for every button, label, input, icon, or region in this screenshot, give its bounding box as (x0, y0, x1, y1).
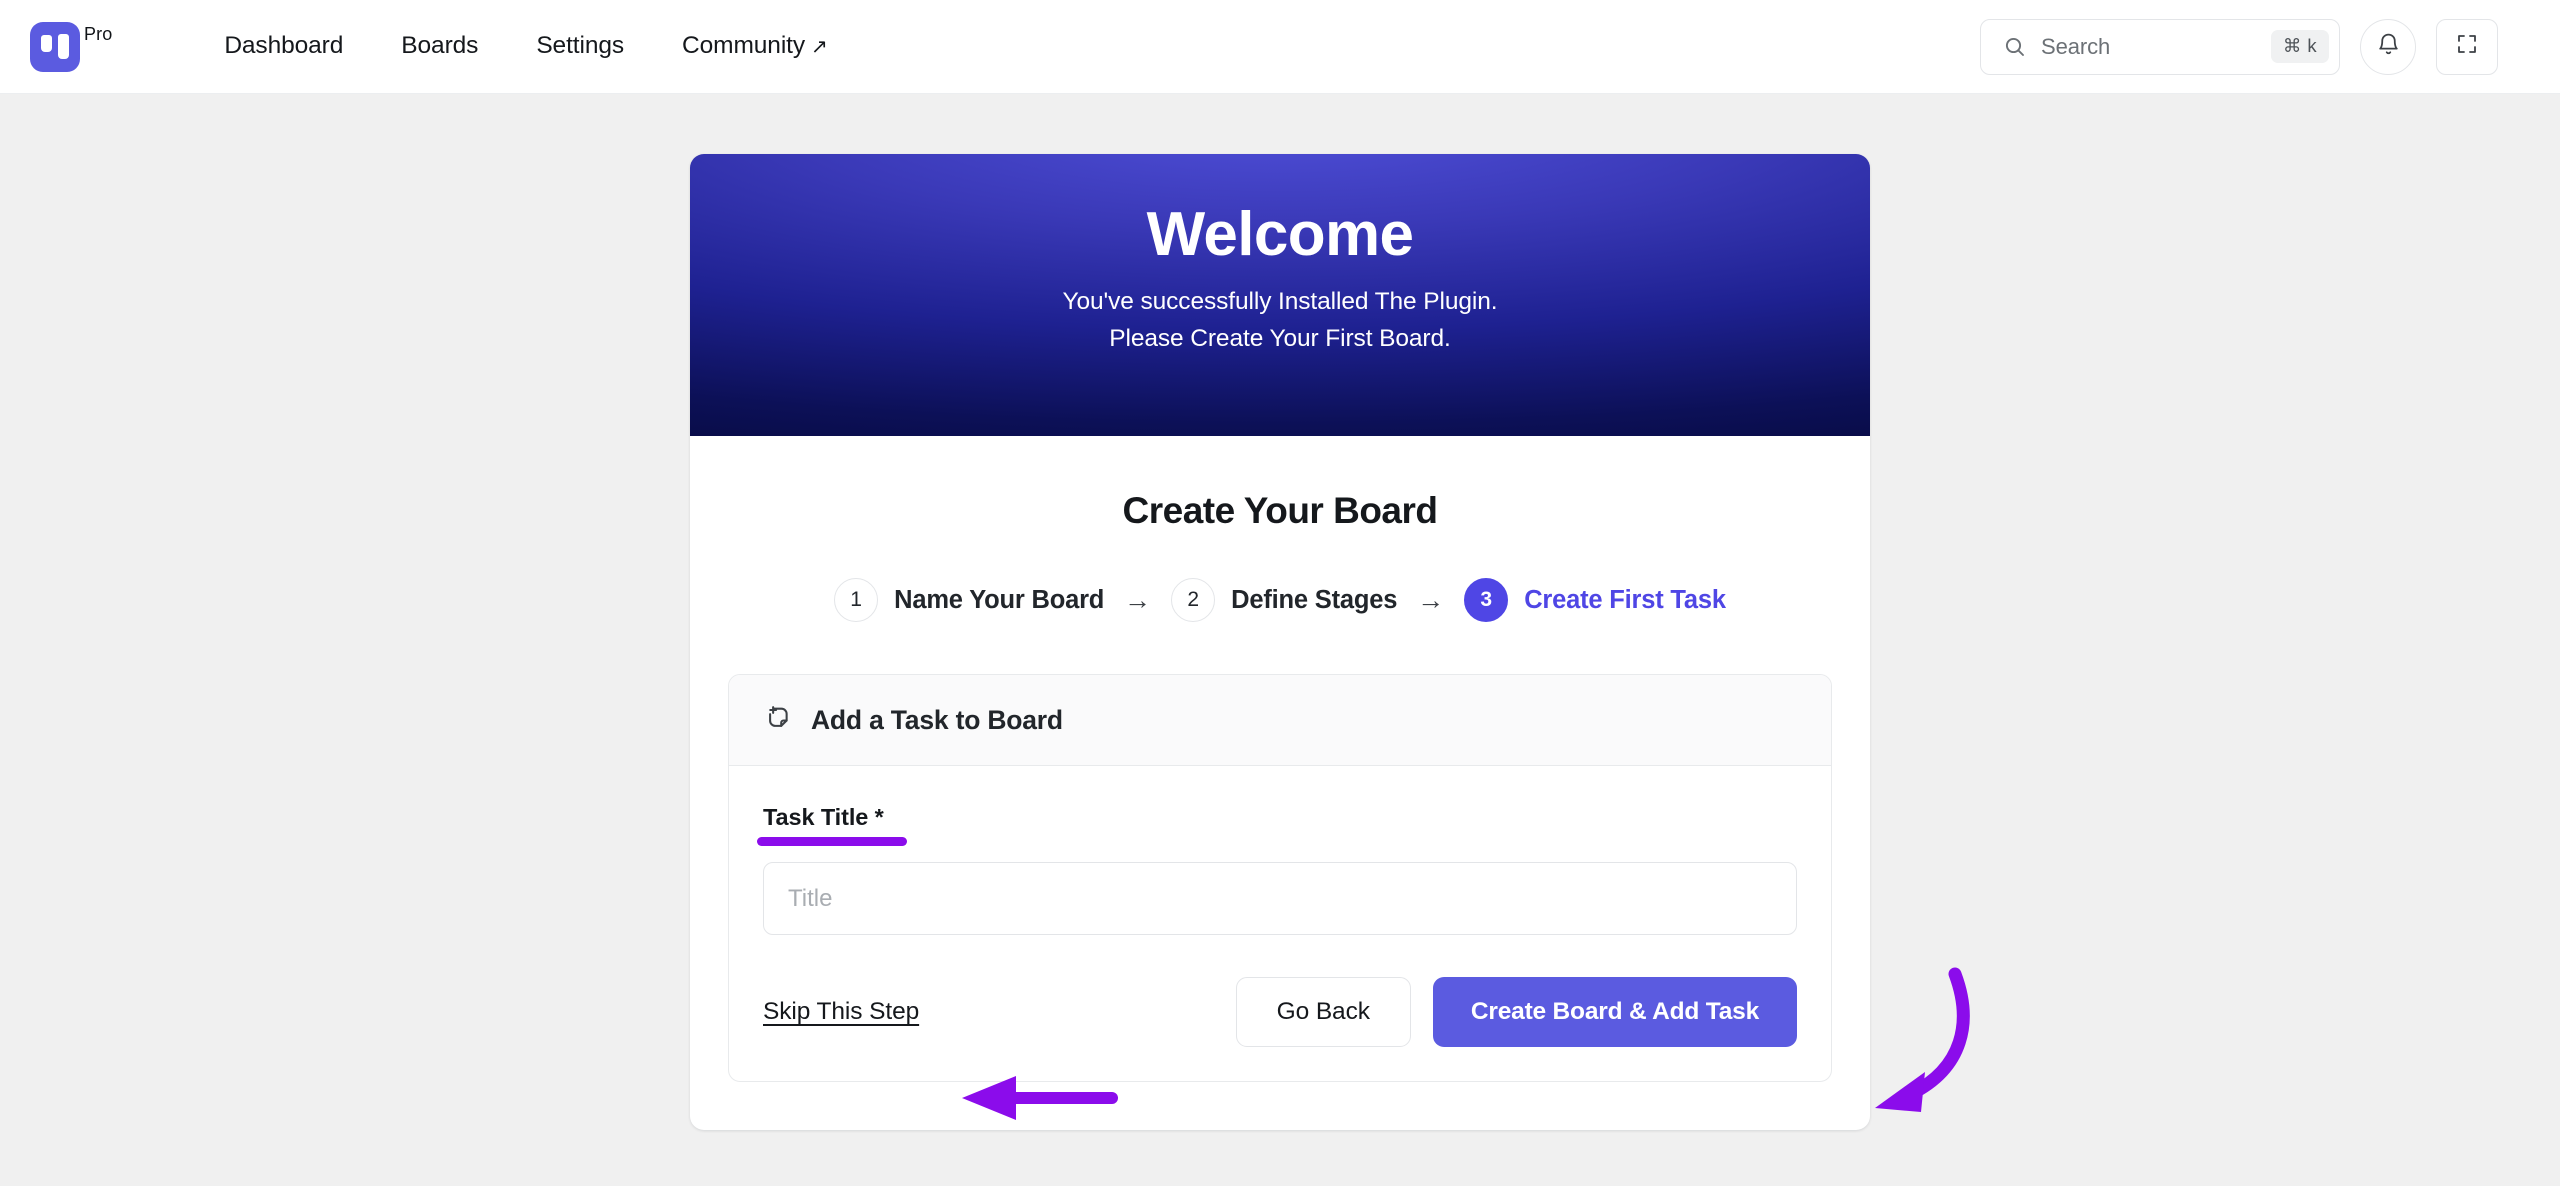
welcome-hero-banner: Welcome You've successfully Installed Th… (690, 154, 1870, 436)
nav-item-settings[interactable]: Settings (536, 34, 682, 59)
top-bar-actions: Search ⌘ k (1980, 18, 2498, 75)
search-shortcut-badge: ⌘ k (2270, 30, 2329, 63)
step-2-label: Define Stages (1231, 585, 1398, 614)
fullscreen-button[interactable] (2436, 18, 2498, 75)
annotation-arrow-to-submit (1855, 956, 1995, 1161)
task-title-input[interactable] (763, 862, 1797, 935)
add-task-form: Task Title * Skip This Step Go Back Crea… (729, 766, 1831, 1081)
add-task-panel-title: Add a Task to Board (811, 704, 1063, 735)
main-nav: Dashboard Boards Settings Community ↗ (172, 34, 885, 59)
step-1-number: 1 (834, 578, 879, 622)
bell-icon (2376, 32, 2401, 62)
hero-subtitle-line-1: You've successfully Installed The Plugin… (1062, 287, 1498, 315)
page-content: Welcome You've successfully Installed Th… (0, 94, 2560, 1186)
search-placeholder: Search (2041, 33, 2111, 59)
step-arrow-2: → (1417, 584, 1445, 615)
search-input[interactable]: Search ⌘ k (1980, 18, 2340, 75)
nav-item-community[interactable]: Community ↗ (682, 34, 886, 59)
wizard-stepper: 1 Name Your Board → 2 Define Stages → 3 … (690, 578, 1870, 622)
form-actions: Skip This Step Go Back Create Board & Ad… (763, 977, 1797, 1047)
hero-subtitle-line-2: Please Create Your First Board. (1109, 325, 1451, 353)
hero-title: Welcome (1146, 200, 1414, 269)
notifications-button[interactable] (2360, 18, 2416, 75)
step-1-name-your-board[interactable]: 1 Name Your Board (834, 578, 1104, 622)
task-title-label-text: Task Title * (763, 804, 884, 830)
page-title: Create Your Board (1122, 490, 1439, 531)
logo-bar-left (41, 35, 52, 52)
top-navigation-bar: Pro Dashboard Boards Settings Community ↗… (0, 0, 2560, 94)
nav-item-dashboard[interactable]: Dashboard (172, 34, 401, 59)
form-actions-right: Go Back Create Board & Add Task (1235, 977, 1797, 1047)
board-logo-icon (30, 21, 80, 72)
note-plus-icon (763, 702, 794, 738)
step-1-label: Name Your Board (894, 585, 1105, 614)
wizard-body: Create Your Board 1 Name Your Board → 2 … (690, 436, 1870, 1130)
skip-this-step-link[interactable]: Skip This Step (763, 998, 919, 1026)
create-board-add-task-button[interactable]: Create Board & Add Task (1432, 977, 1797, 1047)
brand-pro-tag: Pro (84, 23, 113, 44)
step-arrow-1: → (1124, 584, 1152, 615)
annotation-label-underline (757, 837, 907, 846)
add-task-panel-header: Add a Task to Board (729, 675, 1831, 766)
onboarding-card: Welcome You've successfully Installed Th… (690, 154, 1870, 1130)
step-2-number: 2 (1171, 578, 1216, 622)
step-3-number: 3 (1464, 578, 1509, 622)
step-2-define-stages[interactable]: 2 Define Stages (1171, 578, 1397, 622)
go-back-button[interactable]: Go Back (1235, 977, 1411, 1047)
nav-item-boards[interactable]: Boards (401, 34, 536, 59)
step-3-create-first-task[interactable]: 3 Create First Task (1464, 578, 1726, 622)
external-link-icon: ↗ (811, 36, 828, 59)
step-3-label: Create First Task (1524, 585, 1726, 614)
brand-logo[interactable]: Pro (30, 21, 113, 72)
task-title-label: Task Title * (757, 804, 907, 846)
nav-item-community-label: Community (682, 32, 806, 60)
add-task-panel: Add a Task to Board Task Title * Skip Th… (728, 674, 1832, 1082)
logo-bar-right (58, 33, 69, 59)
search-icon (2003, 35, 2027, 59)
expand-icon (2455, 32, 2479, 61)
